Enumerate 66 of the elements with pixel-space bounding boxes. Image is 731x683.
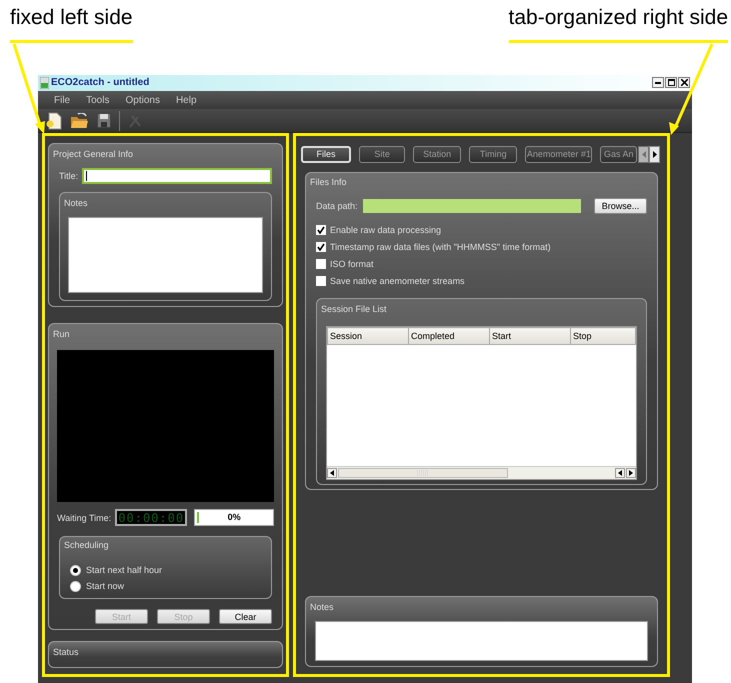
radio-button[interactable] — [70, 580, 81, 592]
column-header[interactable]: Stop — [570, 328, 636, 344]
group-title: Session File List — [321, 304, 387, 314]
title-field[interactable] — [82, 168, 272, 184]
menu-item[interactable]: Options — [117, 94, 168, 106]
group-title: Project General Info — [53, 148, 134, 158]
window-title: ECO2catch - untitled — [51, 77, 150, 88]
checkbox[interactable] — [316, 276, 326, 286]
group-title: Notes — [64, 198, 88, 208]
radio-button[interactable] — [70, 564, 81, 576]
tab[interactable]: Site — [359, 146, 406, 162]
field-label: Data path: — [316, 201, 358, 211]
close-icon — [680, 79, 688, 86]
new-document-icon[interactable] — [46, 112, 62, 130]
right-triangle-icon — [652, 150, 657, 158]
close-button[interactable] — [678, 77, 690, 88]
tab[interactable]: Station — [413, 146, 462, 162]
radio-label: Start now — [86, 581, 124, 591]
field-label: Waiting Time: — [57, 512, 112, 522]
grip-icon[interactable] — [416, 470, 430, 476]
scroll-left-button[interactable] — [638, 146, 650, 162]
checkbox[interactable] — [316, 224, 326, 234]
scroll-right-button[interactable] — [649, 146, 660, 162]
radio-label: Start next half hour — [86, 565, 162, 575]
app-icon — [40, 76, 49, 89]
annotation-label: fixed left side — [10, 6, 133, 43]
tab[interactable]: Timing — [469, 146, 518, 162]
tab[interactable]: Files — [301, 146, 352, 162]
checkbox[interactable] — [316, 242, 326, 252]
column-header[interactable]: Session — [328, 328, 408, 344]
maximize-button[interactable] — [665, 77, 677, 88]
checkbox-label: Save native anemometer streams — [330, 276, 465, 286]
column-header[interactable]: Start — [490, 328, 570, 344]
group-title: Run — [53, 328, 70, 338]
menu-item[interactable]: Help — [168, 94, 205, 106]
group-title: Files Info — [310, 176, 347, 186]
maximize-icon — [668, 79, 674, 86]
notes-field[interactable] — [68, 217, 263, 293]
folder-icon[interactable] — [70, 112, 89, 129]
left-triangle-icon[interactable] — [330, 470, 334, 476]
checkbox-label: Enable raw data processing — [330, 224, 442, 234]
checkbox-label: Timestamp raw data files (with "HHMMSS" time format) — [330, 242, 551, 252]
browse-button[interactable]: Browse... — [594, 198, 647, 214]
horizontal-scrollbar[interactable] — [327, 466, 636, 479]
group-title: Scheduling — [64, 540, 109, 550]
minimize-icon — [655, 82, 661, 84]
data-path-field[interactable] — [362, 199, 581, 213]
timer-display: 00:00:00 — [115, 509, 188, 526]
left-triangle-icon — [642, 150, 646, 158]
menu-item[interactable]: File — [46, 94, 78, 106]
annotation-label: tab-organized right side — [508, 6, 728, 43]
menu-item[interactable]: Tools — [78, 94, 118, 106]
left-triangle-icon[interactable] — [618, 470, 622, 476]
group-title: Status — [53, 646, 79, 656]
field-label: Title: — [59, 171, 78, 181]
notes-field[interactable] — [315, 621, 648, 661]
checkbox-label: ISO format — [330, 258, 374, 268]
progress-reading: 0% — [228, 512, 241, 522]
right-triangle-icon[interactable] — [629, 470, 633, 476]
group-title: Notes — [310, 602, 334, 612]
column-header[interactable]: Completed — [408, 328, 490, 344]
minimize-button[interactable] — [652, 77, 664, 88]
tab[interactable]: Anemometer #1 — [525, 146, 592, 162]
checkbox[interactable] — [316, 258, 326, 268]
action-button[interactable]: Clear — [219, 609, 272, 624]
tab[interactable]: Gas An — [600, 146, 638, 162]
